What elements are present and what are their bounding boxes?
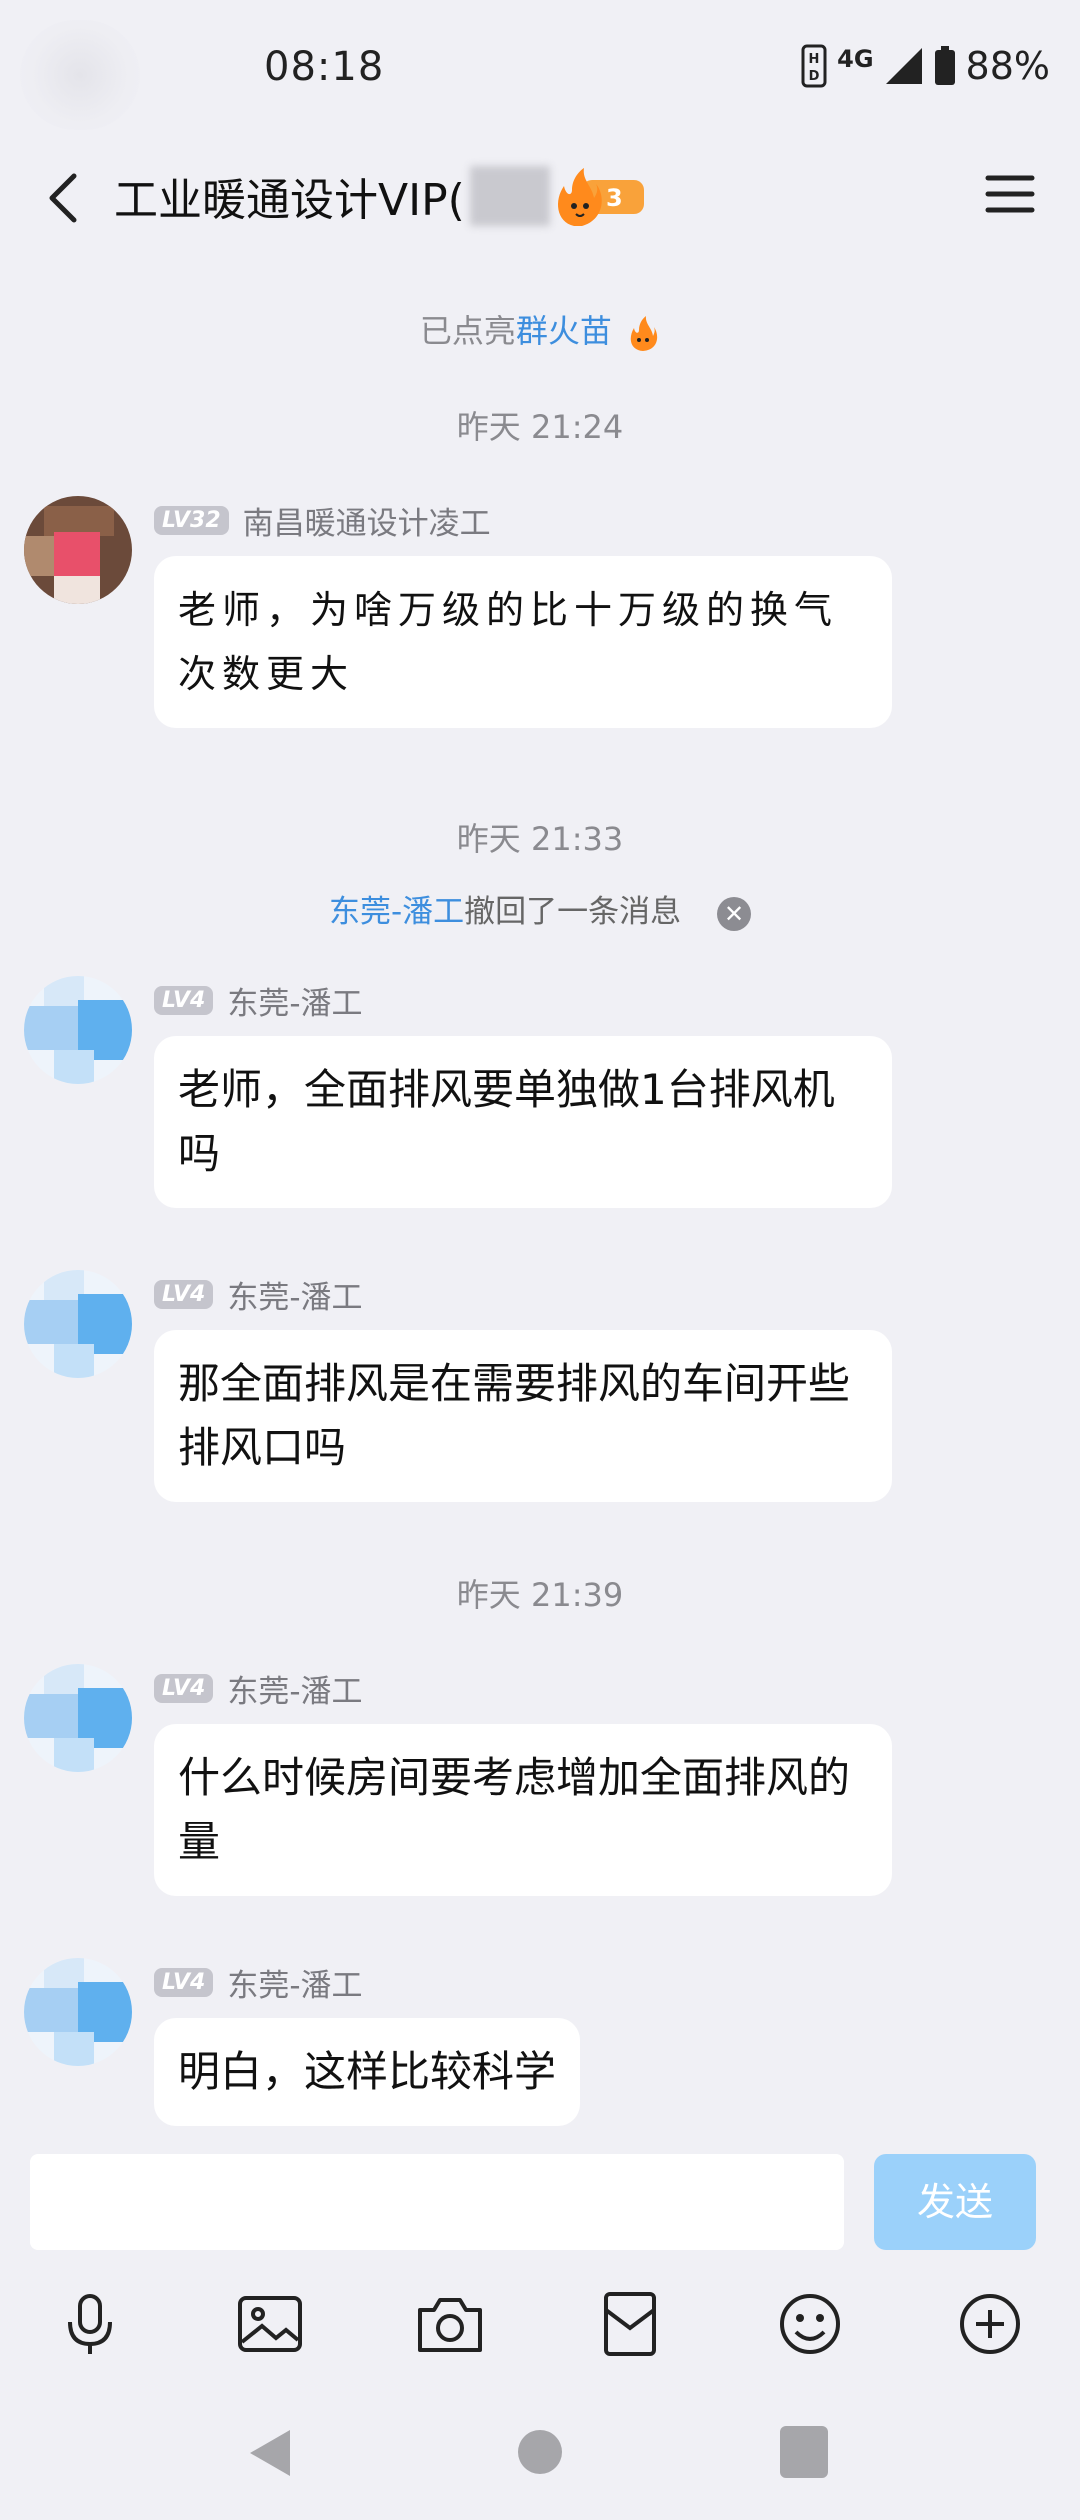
sender-name[interactable]: 东莞-潘工: [227, 1666, 362, 1711]
recall-text: 撤回了一条消息: [464, 894, 682, 930]
flame-level: 3: [606, 184, 623, 212]
timestamp: 昨天 21:24: [456, 408, 624, 446]
back-button[interactable]: [36, 162, 96, 232]
plus-icon[interactable]: [954, 2288, 1026, 2360]
timestamp: 昨天 21:39: [456, 1576, 624, 1614]
svg-text:D: D: [809, 69, 820, 84]
avatar-image: [24, 496, 132, 604]
network-type: 4G: [837, 45, 874, 73]
notice-highlight[interactable]: 群火苗: [516, 312, 612, 350]
recall-user[interactable]: 东莞-潘工: [329, 894, 464, 930]
close-icon[interactable]: ✕: [717, 896, 752, 931]
avatar-image: [24, 1664, 132, 1772]
message-bubble[interactable]: 那全面排风是在需要排风的车间开些排风口吗: [154, 1330, 892, 1502]
timestamp: 昨天 21:33: [456, 820, 624, 858]
chat-title: 工业暖通设计VIP(: [114, 175, 465, 226]
sender-meta: LV4 东莞-潘工: [154, 1960, 363, 2005]
title-redacted: [470, 166, 550, 226]
chat-header: 工业暖通设计VIP( 3: [0, 140, 1080, 256]
nav-home-icon[interactable]: [518, 2430, 562, 2474]
avatar[interactable]: [24, 496, 132, 604]
send-button[interactable]: 发送: [874, 2154, 1036, 2250]
avatar-image: [24, 1270, 132, 1378]
camera-icon[interactable]: [414, 2288, 486, 2360]
avatar[interactable]: [24, 1664, 132, 1772]
small-flame-icon: [630, 316, 658, 351]
input-bar: 发送: [0, 2136, 1080, 2266]
message-input[interactable]: [30, 2154, 844, 2250]
sender-name[interactable]: 东莞-潘工: [227, 1960, 362, 2005]
nav-recent-icon[interactable]: [780, 2426, 828, 2478]
sender-name[interactable]: 南昌暖通设计凌工: [243, 498, 491, 543]
sender-name[interactable]: 东莞-潘工: [227, 1272, 362, 1317]
microphone-icon[interactable]: [54, 2288, 126, 2360]
message-bubble[interactable]: 老师，全面排风要单独做1台排风机吗: [154, 1036, 892, 1208]
navigation-bar: [0, 2390, 1080, 2520]
svg-text:H: H: [809, 52, 820, 67]
system-notice: 已点亮群火苗: [0, 306, 1080, 352]
nav-back-icon[interactable]: [246, 2426, 294, 2480]
level-badge: LV4: [154, 1968, 214, 1997]
battery-icon: [934, 46, 955, 85]
sender-meta: LV4 东莞-潘工: [154, 978, 363, 1023]
level-badge: LV4: [154, 1674, 214, 1703]
recall-notice: 东莞-潘工撤回了一条消息 ✕: [0, 886, 1080, 931]
message-bubble[interactable]: 老师，为啥万级的比十万级的换气次数更大: [154, 556, 892, 728]
avatar-image: [24, 1958, 132, 2066]
red-packet-icon[interactable]: [594, 2288, 666, 2360]
avatar-image: [24, 976, 132, 1084]
flame-icon: [558, 168, 644, 226]
hd-icon: H D: [801, 44, 827, 88]
input-toolbar: [0, 2270, 1080, 2380]
status-time: 08:18: [264, 44, 385, 90]
flame-badge[interactable]: 3: [548, 162, 648, 232]
back-arrow-icon: [49, 173, 77, 223]
signal-icon: [885, 48, 922, 84]
emoji-icon[interactable]: [774, 2288, 846, 2360]
system-icons: H D 4G 88%: [801, 44, 1050, 88]
sender-meta: LV4 东莞-潘工: [154, 1272, 363, 1317]
sender-name[interactable]: 东莞-潘工: [227, 978, 362, 1023]
avatar[interactable]: [24, 1958, 132, 2066]
message-bubble[interactable]: 什么时候房间要考虑增加全面排风的量: [154, 1724, 892, 1896]
sender-meta: LV32 南昌暖通设计凌工: [154, 498, 491, 543]
menu-button[interactable]: [980, 164, 1040, 224]
sender-meta: LV4 东莞-潘工: [154, 1666, 363, 1711]
image-icon[interactable]: [234, 2288, 306, 2360]
avatar[interactable]: [24, 976, 132, 1084]
hamburger-menu-icon: [985, 175, 1035, 213]
status-bar: 08:18 H D 4G 88%: [0, 0, 1080, 140]
status-avatar-blur: [20, 20, 140, 130]
level-badge: LV4: [154, 1280, 214, 1309]
battery-percent: 88%: [965, 44, 1050, 88]
level-badge: LV32: [154, 506, 229, 535]
avatar[interactable]: [24, 1270, 132, 1378]
notice-prefix: 已点亮: [419, 312, 516, 350]
chat-list[interactable]: 已点亮群火苗 昨天 21:24 LV32 南昌暖通设计凌工 老师，为啥万级的比十…: [0, 256, 1080, 2136]
level-badge: LV4: [154, 986, 214, 1015]
message-bubble[interactable]: 明白，这样比较科学: [154, 2018, 581, 2126]
